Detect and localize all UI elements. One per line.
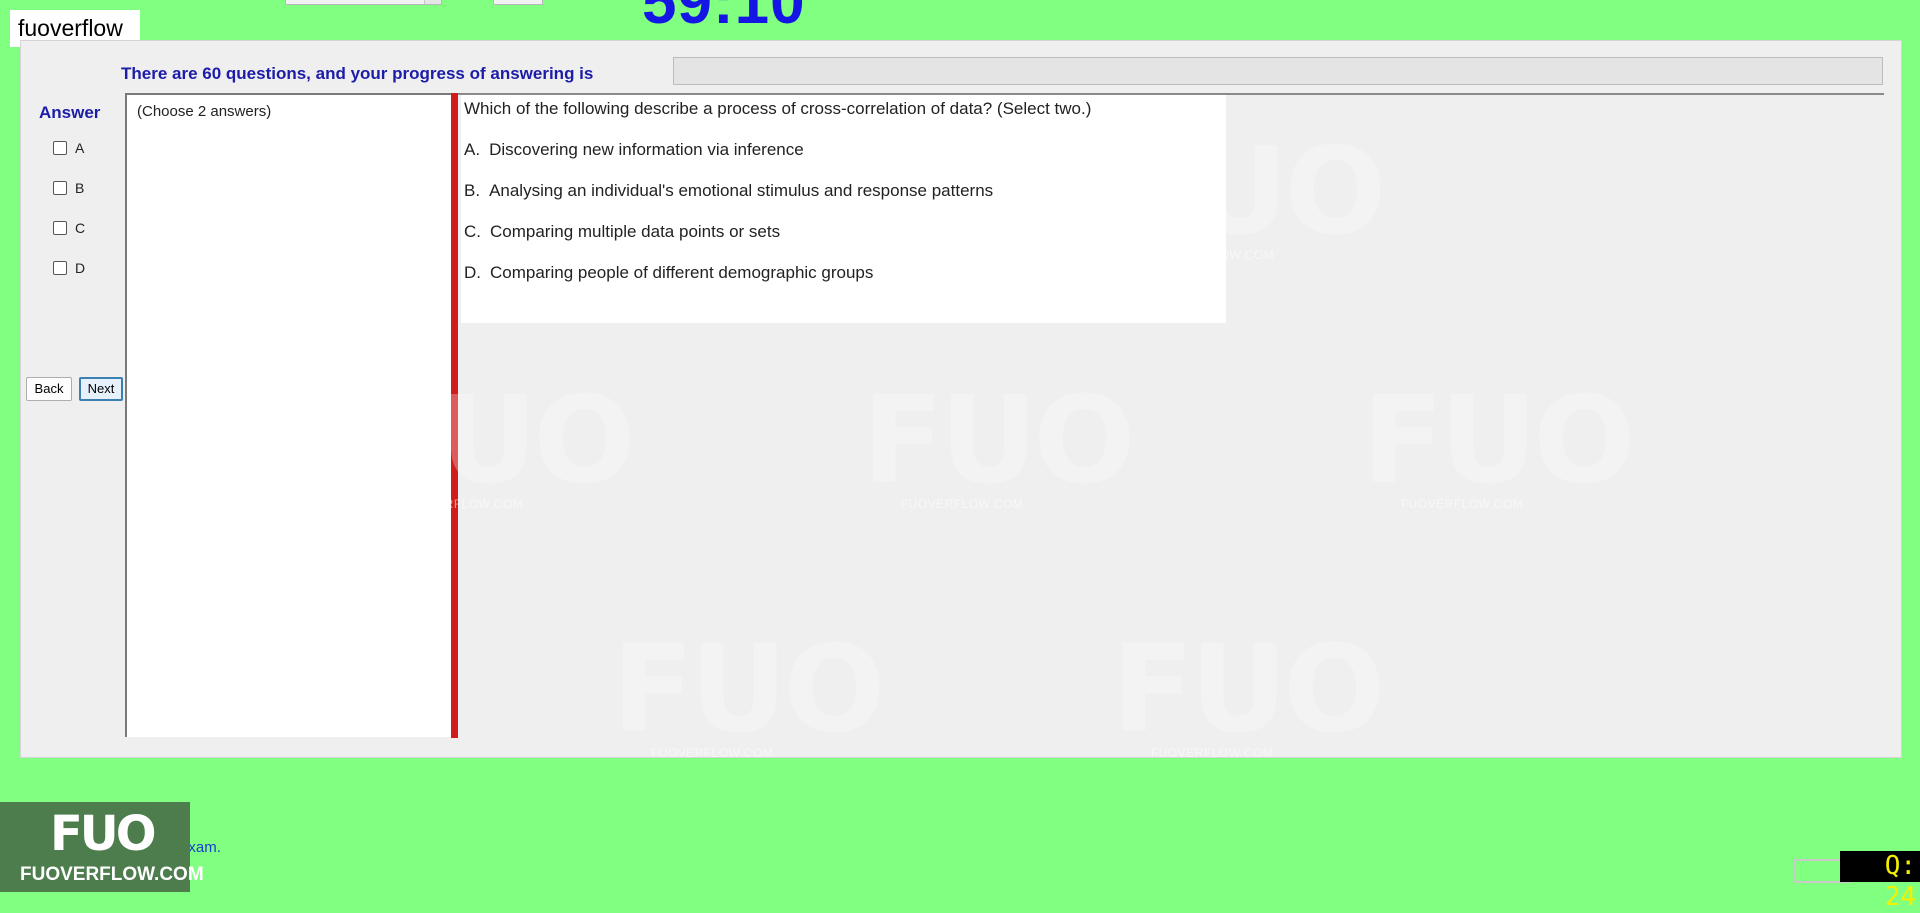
question-option-text: Discovering new information via inferenc… [489,140,804,159]
back-button[interactable]: Back [26,377,72,401]
answer-option-a[interactable]: A [53,140,84,156]
question-option-letter: B. [464,181,481,200]
top-small-control[interactable] [493,0,543,5]
question-option-text: Comparing people of different demographi… [490,263,874,282]
answer-option-d[interactable]: D [53,260,85,276]
chevron-down-icon[interactable] [424,0,441,4]
next-button[interactable]: Next [79,377,123,401]
answer-checkbox[interactable] [53,261,67,275]
exam-panel: There are 60 questions, and your progres… [20,40,1902,758]
progress-bar [673,57,1883,85]
question-option-letter: A. [464,140,481,159]
answer-instruction-box: (Choose 2 answers) [125,93,451,737]
answer-option-c[interactable]: C [53,220,85,236]
question-option-d: D. Comparing people of different demograp… [464,263,873,283]
question-option-c: C. Comparing multiple data points or sets [464,222,780,242]
question-option-letter: D. [464,263,481,282]
answer-option-label: D [75,260,86,276]
answer-checkbox[interactable] [53,141,67,155]
choose-instruction: (Choose 2 answers) [137,103,272,120]
question-box: Which of the following describe a proces… [461,95,1226,323]
question-text: Which of the following describe a proces… [464,99,1092,118]
progress-label: There are 60 questions, and your progres… [121,64,594,83]
site-logo: FUO FUOVERFLOW.COM [0,802,204,892]
answer-option-b[interactable]: B [53,180,84,196]
logo-mark: FUO [50,806,157,862]
panel-divider[interactable] [451,93,458,738]
question-option-text: Analysing an individual's emotional stim… [489,181,994,200]
question-option-b: B. Analysing an individual's emotional st… [464,181,993,201]
question-option-text: Comparing multiple data points or sets [490,222,781,241]
question-counter: Q: 24 [1840,851,1920,912]
answer-option-label: C [75,220,86,236]
question-option-letter: C. [464,222,481,241]
top-dropdown[interactable] [285,0,442,5]
question-option-a: A. Discovering new information via infere… [464,140,804,160]
answer-title: Answer [39,103,101,122]
answer-option-label: A [75,140,85,156]
answer-checkbox[interactable] [53,181,67,195]
answer-checkbox[interactable] [53,221,67,235]
exam-timer: 59:10 [642,0,806,37]
logo-text: FUOVERFLOW.COM [20,864,204,885]
answer-option-label: B [75,180,85,196]
